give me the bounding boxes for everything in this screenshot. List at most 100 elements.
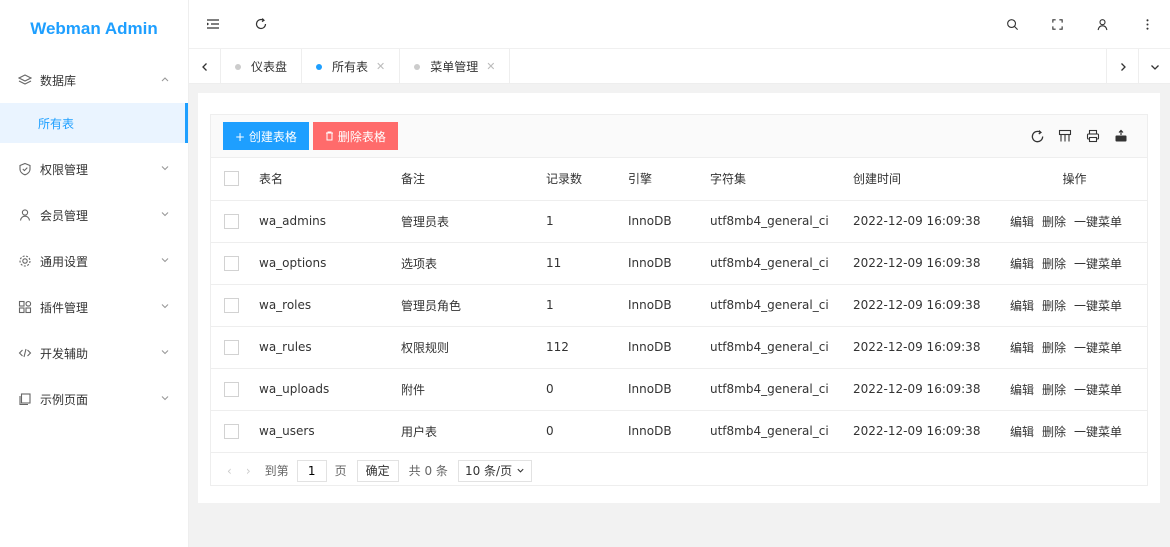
- cell-created: 2022-12-09 16:09:38: [845, 284, 1002, 327]
- trash-icon: [325, 131, 334, 141]
- chevron-down-icon: [160, 162, 170, 176]
- column-header-comment[interactable]: 备注: [393, 158, 538, 201]
- search-icon[interactable]: [990, 0, 1035, 49]
- tabs-scroll-right-icon[interactable]: [1106, 49, 1138, 84]
- sidebar-menu: 数据库 所有表 权限管理 会员管理 通用设置 插件管理 开发辅助 示例页面: [0, 57, 188, 422]
- cell-count: 112: [538, 326, 620, 369]
- print-icon[interactable]: [1079, 122, 1107, 150]
- cell-comment: 选项表: [393, 242, 538, 285]
- tab-all-tables[interactable]: 所有表 ✕: [302, 49, 401, 84]
- fullscreen-icon[interactable]: [1035, 0, 1080, 49]
- sidebar-item-permissions[interactable]: 权限管理: [0, 146, 188, 192]
- sidebar-item-examples[interactable]: 示例页面: [0, 376, 188, 422]
- cell-name: wa_rules: [251, 326, 393, 369]
- row-checkbox[interactable]: [224, 339, 239, 355]
- confirm-page-button[interactable]: 确定: [356, 459, 399, 482]
- edit-link[interactable]: 编辑: [1010, 341, 1034, 355]
- one-click-menu-link[interactable]: 一键菜单: [1074, 383, 1122, 397]
- cell-actions: 编辑 删除 一键菜单: [1002, 326, 1147, 369]
- tables-list: 表名 备注 记录数 引擎 字符集 创建时间 操作 wa_admins 管理员表: [211, 158, 1147, 453]
- page-size-select[interactable]: 10 条/页: [457, 459, 533, 482]
- delete-link[interactable]: 删除: [1042, 215, 1066, 229]
- sidebar-subitem-all-tables[interactable]: 所有表: [0, 103, 188, 143]
- sidebar-item-label: 通用设置: [40, 254, 89, 269]
- table-row: wa_rules 权限规则 112 InnoDB utf8mb4_general…: [211, 326, 1147, 369]
- edit-link[interactable]: 编辑: [1010, 257, 1034, 271]
- cell-name: wa_users: [251, 410, 393, 453]
- delete-link[interactable]: 删除: [1042, 257, 1066, 271]
- cell-engine: InnoDB: [620, 326, 702, 369]
- cell-name: wa_options: [251, 242, 393, 285]
- one-click-menu-link[interactable]: 一键菜单: [1074, 341, 1122, 355]
- edit-link[interactable]: 编辑: [1010, 215, 1034, 229]
- refresh-icon[interactable]: [237, 0, 285, 49]
- row-checkbox[interactable]: [224, 213, 239, 229]
- close-icon[interactable]: ✕: [486, 60, 495, 73]
- row-checkbox-cell: [211, 410, 251, 453]
- cell-count: 0: [538, 368, 620, 411]
- sidebar-item-members[interactable]: 会员管理: [0, 192, 188, 238]
- user-icon: [18, 208, 32, 222]
- close-icon[interactable]: ✕: [376, 60, 385, 73]
- cell-actions: 编辑 删除 一键菜单: [1002, 410, 1147, 453]
- row-checkbox[interactable]: [224, 381, 239, 397]
- delete-table-button[interactable]: 删除表格: [312, 122, 398, 150]
- sidebar-item-settings[interactable]: 通用设置: [0, 238, 188, 284]
- tab-label: 所有表: [332, 60, 369, 74]
- one-click-menu-link[interactable]: 一键菜单: [1074, 257, 1122, 271]
- sidebar-item-label: 开发辅助: [40, 346, 89, 361]
- table-row: wa_users 用户表 0 InnoDB utf8mb4_general_ci…: [211, 410, 1147, 453]
- column-header-created[interactable]: 创建时间: [845, 158, 1002, 201]
- create-table-button[interactable]: + 创建表格: [223, 122, 309, 150]
- table-refresh-icon[interactable]: [1023, 122, 1051, 150]
- row-checkbox[interactable]: [224, 255, 239, 271]
- delete-link[interactable]: 删除: [1042, 383, 1066, 397]
- cell-name: wa_uploads: [251, 368, 393, 411]
- column-header-count[interactable]: 记录数: [538, 158, 620, 201]
- edit-link[interactable]: 编辑: [1010, 299, 1034, 313]
- sidebar-item-database[interactable]: 数据库: [0, 57, 188, 103]
- cell-charset: utf8mb4_general_ci: [702, 368, 845, 411]
- row-checkbox[interactable]: [224, 423, 239, 439]
- delete-link[interactable]: 删除: [1042, 425, 1066, 439]
- edit-link[interactable]: 编辑: [1010, 425, 1034, 439]
- table-row: wa_admins 管理员表 1 InnoDB utf8mb4_general_…: [211, 200, 1147, 243]
- tab-dashboard[interactable]: 仪表盘: [221, 49, 303, 84]
- tab-menu-management[interactable]: 菜单管理 ✕: [400, 49, 511, 84]
- tab-label: 仪表盘: [251, 60, 288, 74]
- prev-page-icon[interactable]: ‹: [227, 464, 232, 478]
- more-icon[interactable]: [1125, 0, 1170, 49]
- cell-created: 2022-12-09 16:09:38: [845, 410, 1002, 453]
- export-icon[interactable]: [1107, 122, 1135, 150]
- edit-link[interactable]: 编辑: [1010, 383, 1034, 397]
- code-icon: [18, 346, 32, 360]
- one-click-menu-link[interactable]: 一键菜单: [1074, 299, 1122, 313]
- next-page-icon[interactable]: ›: [246, 464, 251, 478]
- chevron-down-icon: [517, 468, 524, 473]
- select-all-checkbox[interactable]: [224, 171, 239, 187]
- column-header-engine[interactable]: 引擎: [620, 158, 702, 201]
- sidebar-item-plugins[interactable]: 插件管理: [0, 284, 188, 330]
- tabs-scroll-left-icon[interactable]: [189, 49, 221, 84]
- app-logo[interactable]: Webman Admin: [0, 0, 188, 57]
- page-number-input[interactable]: [296, 459, 327, 482]
- delete-link[interactable]: 删除: [1042, 299, 1066, 313]
- row-checkbox[interactable]: [224, 297, 239, 313]
- table-header-row: 表名 备注 记录数 引擎 字符集 创建时间 操作: [211, 158, 1147, 201]
- delete-link[interactable]: 删除: [1042, 341, 1066, 355]
- chevron-down-icon: [160, 346, 170, 360]
- cell-charset: utf8mb4_general_ci: [702, 200, 845, 243]
- page-tabs: 仪表盘 所有表 ✕ 菜单管理 ✕: [189, 49, 1170, 84]
- sidebar-item-dev-tools[interactable]: 开发辅助: [0, 330, 188, 376]
- one-click-menu-link[interactable]: 一键菜单: [1074, 425, 1122, 439]
- tabs-dropdown-icon[interactable]: [1138, 49, 1170, 84]
- columns-filter-icon[interactable]: [1051, 122, 1079, 150]
- row-checkbox-cell: [211, 368, 251, 411]
- user-account-icon[interactable]: [1080, 0, 1125, 49]
- cell-created: 2022-12-09 16:09:38: [845, 326, 1002, 369]
- column-header-charset[interactable]: 字符集: [702, 158, 845, 201]
- one-click-menu-link[interactable]: 一键菜单: [1074, 215, 1122, 229]
- cell-name: wa_roles: [251, 284, 393, 327]
- collapse-menu-icon[interactable]: [189, 0, 237, 49]
- column-header-name[interactable]: 表名: [251, 158, 393, 201]
